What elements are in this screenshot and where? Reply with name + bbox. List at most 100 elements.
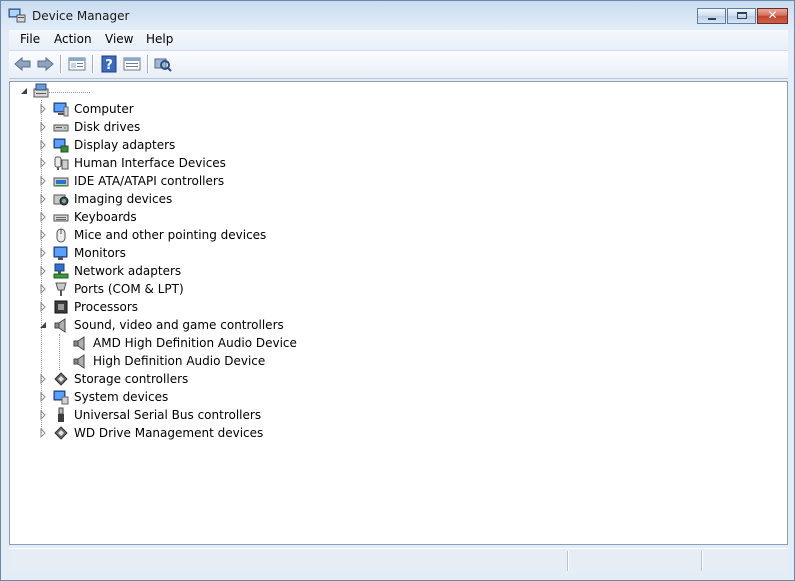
port-icon [55, 282, 67, 296]
tree-category-ports-com-lpt[interactable]: Ports (COM & LPT) [34, 280, 394, 298]
tree-category-storage-controllers[interactable]: Storage controllers [34, 370, 394, 388]
tree-category-monitors[interactable]: Monitors [34, 244, 394, 262]
tree-item-label: System devices [74, 390, 169, 404]
close-button[interactable]: ✕ [757, 8, 788, 24]
expand-arrow-icon[interactable] [38, 406, 48, 424]
svg-text:?: ? [105, 58, 113, 73]
tree-category-sound-video-and-game-controllers[interactable]: Sound, video and game controllers [34, 316, 394, 334]
toolbar-separator [60, 55, 62, 73]
tree-category-system-devices[interactable]: System devices [34, 388, 394, 406]
window-title: Device Manager [32, 9, 130, 23]
expand-arrow-icon[interactable] [38, 424, 48, 442]
expand-arrow-icon[interactable] [38, 100, 48, 118]
expand-arrow-icon[interactable] [38, 154, 48, 172]
status-bar [9, 548, 788, 573]
tree-category-network-adapters[interactable]: Network adapters [34, 262, 394, 280]
tree-category-wd-drive-management-devices[interactable]: WD Drive Management devices [34, 424, 394, 442]
expand-arrow-icon[interactable] [38, 208, 48, 226]
tree-root[interactable] [16, 82, 96, 100]
speaker-icon [73, 336, 85, 351]
tree-item-label: AMD High Definition Audio Device [93, 336, 297, 350]
maximize-button[interactable] [727, 8, 756, 24]
processor-icon [54, 300, 68, 314]
tree-device-amd-high-definition-audio-device[interactable]: AMD High Definition Audio Device [52, 334, 412, 352]
menu-help[interactable]: Help [146, 32, 173, 46]
maximize-icon [737, 12, 747, 19]
forward-arrow-icon[interactable] [34, 54, 56, 74]
tree-item-label: Ports (COM & LPT) [74, 282, 184, 296]
collapse-arrow-icon[interactable] [19, 82, 29, 100]
tree-device-high-definition-audio-device[interactable]: High Definition Audio Device [52, 352, 412, 370]
expand-arrow-icon[interactable] [38, 298, 48, 316]
tree-item-label: Mice and other pointing devices [74, 228, 267, 242]
tree-item-label: Display adapters [74, 138, 176, 152]
tree-item-label: Universal Serial Bus controllers [74, 408, 262, 422]
status-separator [701, 551, 703, 571]
menu-bar: File Action View Help [9, 30, 788, 51]
disk-drive-icon [53, 124, 69, 132]
scan-hardware-changes-icon[interactable] [152, 54, 174, 74]
show-hide-console-tree-icon[interactable] [66, 54, 88, 74]
tree-category-imaging-devices[interactable]: Imaging devices [34, 190, 394, 208]
tree-category-computer[interactable]: Computer [34, 100, 394, 118]
tree-item-label: WD Drive Management devices [74, 426, 264, 440]
tree-item-label: Monitors [74, 246, 126, 260]
menu-file[interactable]: File [20, 32, 40, 46]
expand-arrow-icon[interactable] [38, 118, 48, 136]
camera-icon [53, 194, 69, 206]
monitor-icon [53, 246, 68, 260]
tree-category-human-interface-devices[interactable]: Human Interface Devices [34, 154, 394, 172]
tree-category-universal-serial-bus-controllers[interactable]: Universal Serial Bus controllers [34, 406, 394, 424]
mouse-icon [56, 228, 66, 243]
expand-arrow-icon[interactable] [38, 136, 48, 154]
tree-item-label: Network adapters [74, 264, 182, 278]
device-manager-window: Device Manager ✕ File Action View Help ?… [0, 0, 795, 581]
properties-icon[interactable] [121, 54, 143, 74]
menu-view[interactable]: View [105, 32, 133, 46]
collapse-arrow-icon[interactable] [38, 316, 48, 334]
minimize-icon [708, 18, 716, 20]
hid-icon [54, 156, 69, 170]
device-tree: Computer Disk drives Display adapters Human… [9, 81, 788, 545]
expand-arrow-icon[interactable] [38, 226, 48, 244]
tree-category-keyboards[interactable]: Keyboards [34, 208, 394, 226]
expand-arrow-icon[interactable] [38, 190, 48, 208]
tree-category-disk-drives[interactable]: Disk drives [34, 118, 394, 136]
tree-item-label: Storage controllers [74, 372, 189, 386]
tree-category-display-adapters[interactable]: Display adapters [34, 136, 394, 154]
storage-controller-icon [54, 372, 68, 386]
expand-arrow-icon[interactable] [38, 244, 48, 262]
title-bar[interactable]: Device Manager ✕ [1, 1, 794, 30]
close-icon: ✕ [767, 8, 778, 22]
toolbar-separator [92, 55, 94, 73]
expand-arrow-icon[interactable] [38, 388, 48, 406]
computer-icon [53, 102, 69, 117]
wd-drive-icon [54, 426, 68, 440]
back-arrow-icon[interactable] [12, 54, 34, 74]
tree-item-label: Computer [74, 102, 134, 116]
tree-category-processors[interactable]: Processors [34, 298, 394, 316]
status-separator [567, 551, 569, 571]
tree-category-ide-ata-atapi-controllers[interactable]: IDE ATA/ATAPI controllers [34, 172, 394, 190]
computer-root-icon [33, 83, 49, 98]
tree-item-label: Human Interface Devices [74, 156, 226, 170]
tree-item-label: Imaging devices [74, 192, 173, 206]
tree-item-label: Sound, video and game controllers [74, 318, 284, 332]
expand-arrow-icon[interactable] [38, 172, 48, 190]
speaker-icon [73, 354, 85, 369]
system-device-icon [53, 390, 69, 405]
usb-icon [58, 407, 64, 422]
expand-arrow-icon[interactable] [38, 262, 48, 280]
minimize-button[interactable] [697, 8, 726, 24]
toolbar-separator [147, 55, 149, 73]
expand-arrow-icon[interactable] [38, 280, 48, 298]
tree-item-label: High Definition Audio Device [93, 354, 266, 368]
toolbar: ? [9, 51, 788, 79]
keyboard-icon [53, 214, 69, 222]
tree-item-label: Processors [74, 300, 139, 314]
tree-category-mice-and-other-pointing-devices[interactable]: Mice and other pointing devices [34, 226, 394, 244]
expand-arrow-icon[interactable] [38, 370, 48, 388]
tree-item-label: Disk drives [74, 120, 141, 134]
help-icon[interactable]: ? [98, 54, 120, 74]
menu-action[interactable]: Action [54, 32, 92, 46]
